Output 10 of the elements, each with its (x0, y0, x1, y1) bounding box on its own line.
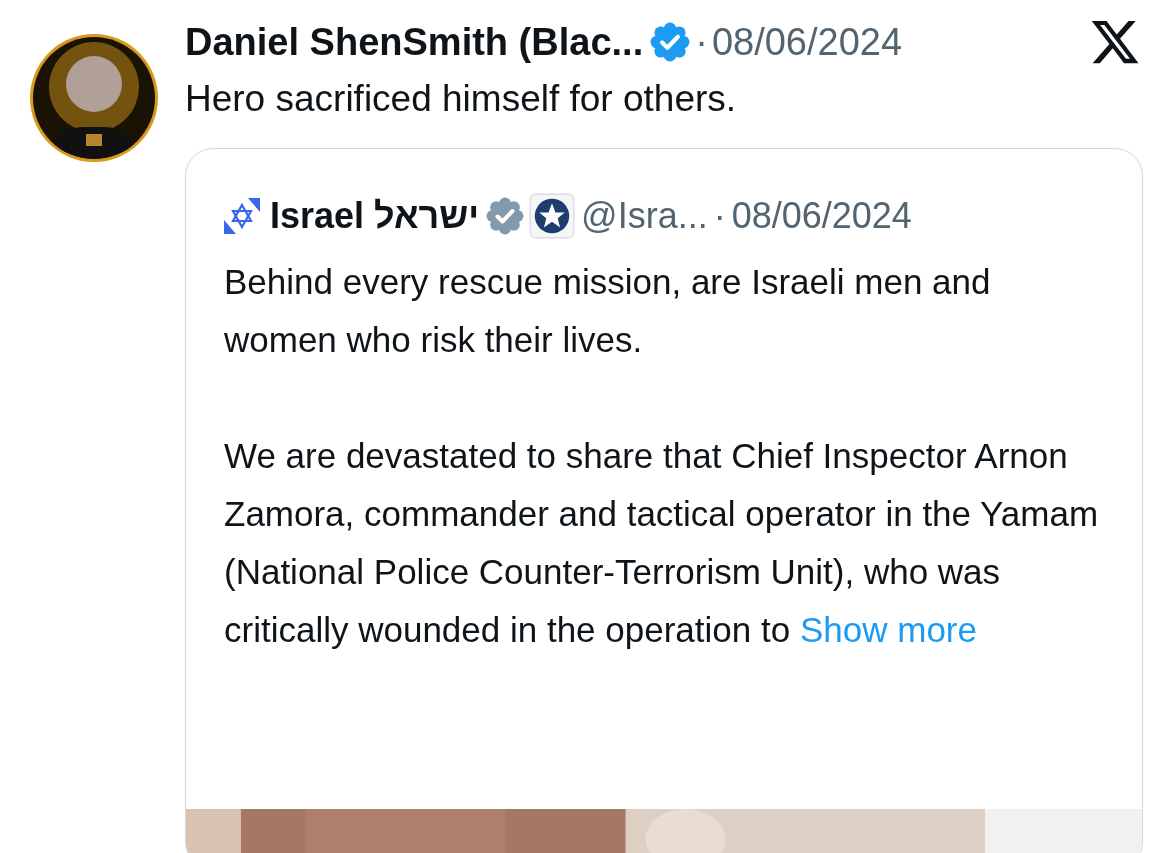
author-name[interactable]: Daniel ShenSmith (Blac... (185, 20, 644, 64)
separator-dot: · (695, 20, 708, 64)
quoted-paragraph: We are devastated to share that Chief Inspector Arnon Zamora, commander and tactical operator in the Yamam (National Police Counter-Terrorism Unit), who was critically wounded in the operation to Show more (224, 435, 1100, 651)
quoted-handle[interactable]: @Isra... (581, 195, 708, 237)
quoted-author-name[interactable]: Israel ישראל (270, 195, 480, 237)
post-text: Hero sacrificed himself for others. (185, 78, 738, 120)
post-date[interactable]: 08/06/2024 (711, 20, 903, 64)
separator-dot: · (713, 195, 726, 237)
quoted-date[interactable]: 08/06/2024 (731, 195, 912, 237)
quoted-paragraph: Behind every rescue mission, are Israeli men and women who risk their lives. (224, 261, 992, 361)
